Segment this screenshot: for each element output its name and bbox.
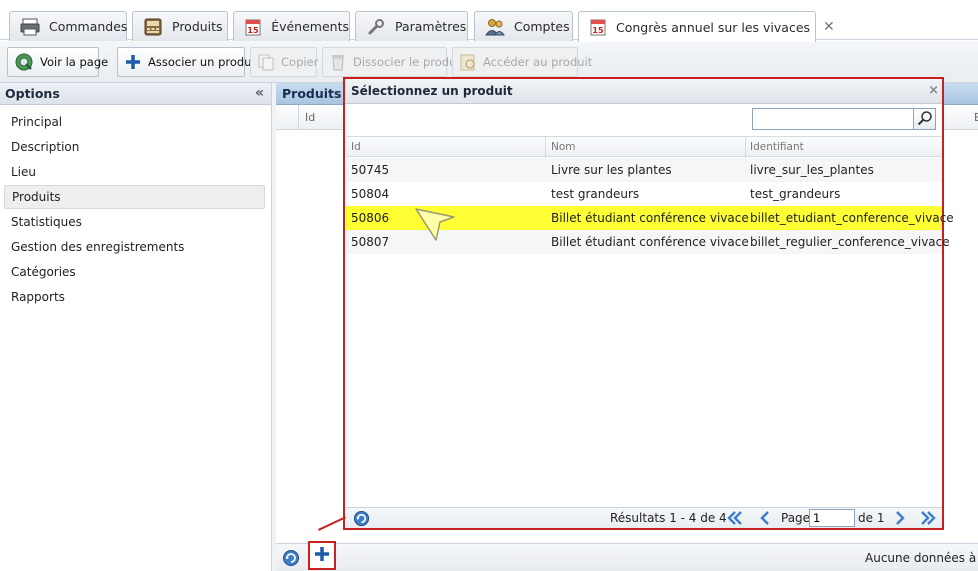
tab-label: Événements [271, 19, 349, 34]
pointer-arrow-icon [415, 208, 455, 241]
tab-evenements[interactable]: 15 Événements [233, 11, 350, 41]
cell-identifier: billet_etudiant_conference_vivace [750, 211, 954, 225]
cell-identifier: billet_regulier_conference_vivace [750, 235, 950, 249]
refresh-icon[interactable] [282, 549, 300, 570]
users-icon [485, 18, 505, 36]
add-product-button[interactable] [308, 541, 336, 570]
sidebar-header: Options « [0, 83, 271, 105]
cell-identifier: livre_sur_les_plantes [750, 163, 874, 177]
dialog-title: Sélectionnez un produit × [345, 79, 942, 104]
table-row[interactable]: 50804 test grandeurs test_grandeurs [346, 182, 942, 206]
printer-icon [20, 18, 40, 36]
calendar-icon: 15 [244, 18, 262, 36]
svg-text:15: 15 [592, 26, 604, 35]
product-icon [459, 52, 477, 72]
results-count: Résultats 1 - 4 de 4 [610, 511, 727, 525]
trash-icon [329, 52, 347, 72]
table-row[interactable]: 50745 Livre sur les plantes livre_sur_le… [346, 158, 942, 182]
page-number-input[interactable] [809, 509, 855, 527]
copy-button[interactable]: Copier [250, 47, 318, 77]
next-page-icon[interactable] [891, 510, 909, 526]
column-header-e[interactable]: E [974, 111, 978, 124]
view-page-button[interactable]: Voir la page [7, 47, 108, 77]
cell-name: Billet étudiant conférence vivace [551, 235, 749, 249]
plus-icon [313, 545, 331, 566]
last-page-icon[interactable] [919, 510, 937, 526]
tab-label: Produits [172, 19, 223, 34]
sidebar-item-rapports[interactable]: Rapports [4, 285, 265, 309]
column-header-id[interactable]: Id [305, 111, 315, 124]
search-input[interactable] [752, 108, 914, 130]
product-grid-header: Id Nom Identifiant [346, 136, 942, 158]
dialog-paging-bar: Résultats 1 - 4 de 4 Page de 1 [346, 507, 942, 528]
close-icon[interactable]: ✕ [823, 19, 835, 35]
register-icon [143, 18, 163, 36]
svg-text:15: 15 [248, 26, 260, 35]
search-button[interactable] [913, 108, 936, 130]
tab-congres[interactable]: 15 Congrès annuel sur les vivaces ✕ [578, 11, 835, 42]
column-header-name[interactable]: Nom [551, 141, 576, 153]
cell-id: 50806 [351, 211, 390, 225]
calendar-icon: 15 [589, 18, 607, 36]
close-icon[interactable]: × [928, 83, 939, 98]
refresh-icon[interactable] [353, 510, 370, 530]
cell-name: Livre sur les plantes [551, 163, 672, 177]
sidebar-item-gestion[interactable]: Gestion des enregistrements [4, 235, 265, 259]
prev-page-icon[interactable] [756, 510, 774, 526]
tab-label: Commandes [49, 19, 128, 34]
page-label: Page [781, 511, 811, 525]
products-grid-footer: Aucune données à af [276, 543, 978, 571]
sidebar-item-description[interactable]: Description [4, 135, 265, 159]
cell-id: 50807 [351, 235, 390, 249]
copy-icon [257, 52, 275, 72]
sidebar-item-statistiques[interactable]: Statistiques [4, 210, 265, 234]
associate-product-button[interactable]: Associer un produit [117, 47, 259, 77]
collapse-icon[interactable]: « [255, 85, 264, 101]
access-product-button[interactable]: Accéder au produit [452, 47, 592, 77]
tab-produits[interactable]: Produits [132, 11, 228, 41]
column-divider [298, 105, 299, 130]
tab-label: Congrès annuel sur les vivaces [616, 19, 811, 35]
tab-strip: Commandes Produits 15 Événements Paramèt… [0, 0, 978, 42]
cell-id: 50745 [351, 163, 390, 177]
tab-commandes[interactable]: Commandes [9, 11, 127, 41]
sidebar-item-lieu[interactable]: Lieu [4, 160, 265, 184]
cell-identifier: test_grandeurs [750, 187, 841, 201]
first-page-icon[interactable] [726, 510, 744, 526]
cell-name: test grandeurs [551, 187, 640, 201]
column-divider [545, 137, 546, 158]
sidebar-item-produits[interactable]: Produits [4, 185, 265, 209]
tab-comptes[interactable]: Comptes [474, 11, 573, 41]
sidebar-title: Options [5, 86, 60, 101]
select-product-dialog: Sélectionnez un produit × Id Nom Identif… [343, 77, 954, 530]
tab-parametres[interactable]: Paramètres [355, 11, 468, 41]
globe-icon [14, 52, 34, 72]
wrench-icon [366, 18, 386, 36]
sidebar-item-principal[interactable]: Principal [4, 110, 265, 134]
column-divider [745, 137, 746, 158]
tab-label: Comptes [514, 19, 570, 34]
column-header-id[interactable]: Id [351, 141, 361, 153]
search-icon [917, 110, 933, 129]
options-sidebar: Options « Principal Description Lieu Pro… [0, 83, 272, 571]
sidebar-item-categories[interactable]: Catégories [4, 260, 265, 284]
page-total: de 1 [858, 511, 885, 525]
cell-id: 50804 [351, 187, 390, 201]
tab-label: Paramètres [395, 19, 467, 34]
cell-name: Billet étudiant conférence vivace [551, 211, 749, 225]
plus-icon [124, 52, 142, 72]
empty-status-text: Aucune données à af [865, 551, 978, 565]
dissociate-product-button[interactable]: Dissocier le produit [322, 47, 464, 77]
column-header-identifier[interactable]: Identifiant [750, 141, 804, 153]
